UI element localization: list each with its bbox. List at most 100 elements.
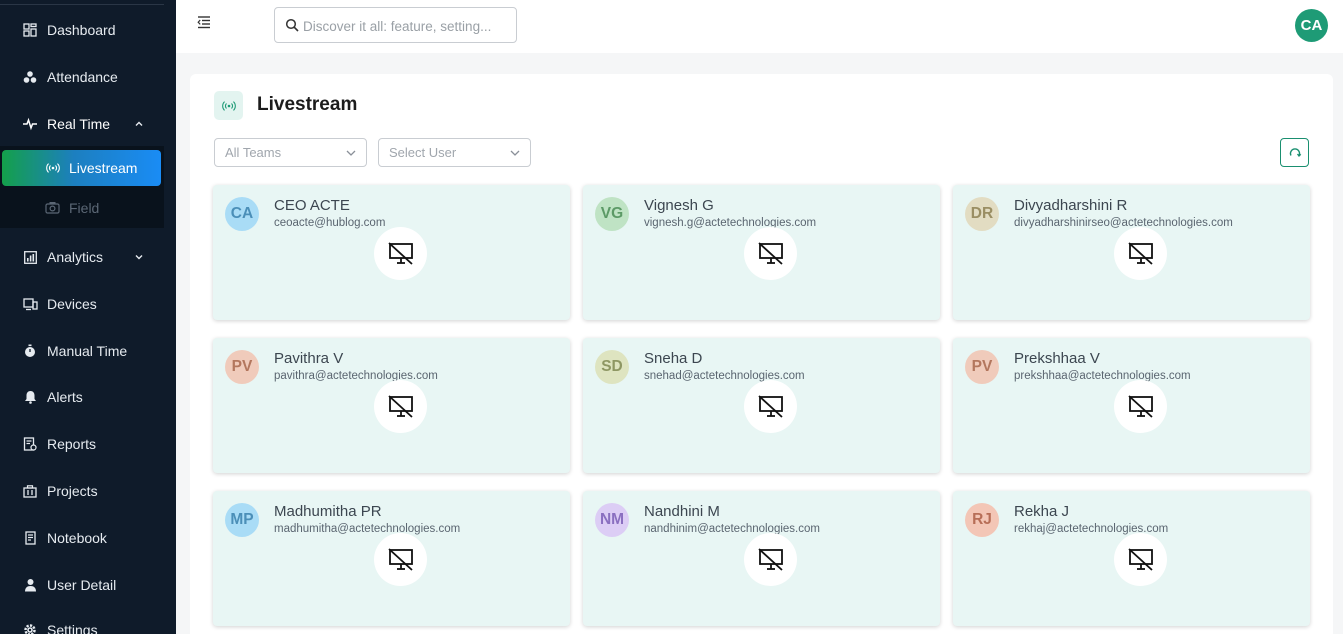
user-name: Vignesh G xyxy=(644,197,714,214)
user-avatar: MP xyxy=(225,503,259,537)
screen-off-indicator xyxy=(1114,380,1167,433)
stopwatch-icon xyxy=(22,343,38,359)
sidebar-item-label: Reports xyxy=(47,436,97,452)
user-email: snehad@actetechnologies.com xyxy=(644,370,805,382)
user-name: Sneha D xyxy=(644,350,703,367)
user-avatar: VG xyxy=(595,197,629,231)
devices-icon xyxy=(22,296,38,312)
monitor-off-icon xyxy=(757,241,784,266)
search-input[interactable] xyxy=(303,16,508,36)
chevron-down-icon xyxy=(132,250,146,264)
chevron-up-icon xyxy=(132,117,146,131)
user-name: Divyadharshini R xyxy=(1014,197,1128,214)
refresh-icon xyxy=(1289,147,1301,157)
sidebar-item-user-detail[interactable]: User Detail xyxy=(0,565,176,605)
search-icon xyxy=(285,18,299,32)
user-email: divyadharshinirseo@actetechnologies.com xyxy=(1014,217,1233,229)
user-card[interactable]: VG Vignesh G vignesh.g@actetechnologies.co… xyxy=(583,185,940,320)
user-email: pavithra@actetechnologies.com xyxy=(274,370,438,382)
analytics-icon xyxy=(22,249,38,265)
monitor-off-icon xyxy=(1127,547,1154,572)
reports-icon xyxy=(22,436,38,452)
user-name: Prekshhaa V xyxy=(1014,350,1100,367)
sidebar-item-projects[interactable]: Projects xyxy=(0,471,176,511)
screen-off-indicator xyxy=(1114,533,1167,586)
chevron-down-icon xyxy=(346,150,356,156)
user-avatar: CA xyxy=(225,197,259,231)
notebook-icon xyxy=(22,530,38,546)
sidebar-item-real-time[interactable]: Real Time xyxy=(0,104,176,144)
monitor-off-icon xyxy=(387,241,414,266)
user-name: Pavithra V xyxy=(274,350,344,367)
page-title: Livestream xyxy=(257,94,358,115)
top-header: CA xyxy=(176,0,1343,53)
sidebar-item-dashboard[interactable]: Dashboard xyxy=(0,10,176,50)
dashboard-icon xyxy=(22,22,38,38)
search-box xyxy=(274,7,517,43)
screen-off-indicator xyxy=(374,380,427,433)
user-name: Madhumitha PR xyxy=(274,503,382,520)
user-avatar: DR xyxy=(965,197,999,231)
user-card[interactable]: PV Prekshhaa V prekshhaa@actetechnologies.… xyxy=(953,338,1310,473)
monitor-off-icon xyxy=(1127,241,1154,266)
sidebar: Dashboard Attendance Real Time Livestrea… xyxy=(0,0,176,634)
user-email: ceoacte@hublog.com xyxy=(274,217,386,229)
user-avatar: PV xyxy=(965,350,999,384)
field-camera-icon xyxy=(44,200,60,216)
screen-off-indicator xyxy=(744,227,797,280)
user-card[interactable]: NM Nandhini M nandhinim@actetechnologies.c… xyxy=(583,491,940,626)
user-email: nandhinim@actetechnologies.com xyxy=(644,523,820,535)
sidebar-item-label: Projects xyxy=(47,483,98,499)
user-card[interactable]: MP Madhumitha PR madhumitha@actetechnologi… xyxy=(213,491,570,626)
user-card[interactable]: DR Divyadharshini R divyadharshinirseo@act… xyxy=(953,185,1310,320)
sidebar-item-settings[interactable]: Settings xyxy=(0,610,176,634)
user-avatar: SD xyxy=(595,350,629,384)
user-avatar: NM xyxy=(595,503,629,537)
user-avatar: RJ xyxy=(965,503,999,537)
sidebar-item-label: Field xyxy=(69,200,100,216)
screen-off-indicator xyxy=(744,533,797,586)
sidebar-item-label: Real Time xyxy=(47,116,111,132)
sidebar-item-notebook[interactable]: Notebook xyxy=(0,518,176,558)
sidebar-item-devices[interactable]: Devices xyxy=(0,284,176,324)
chevron-down-icon xyxy=(510,150,520,156)
sidebar-item-manual-time[interactable]: Manual Time xyxy=(0,331,176,371)
user-email: prekshhaa@actetechnologies.com xyxy=(1014,370,1191,382)
user-card[interactable]: CA CEO ACTE ceoacte@hublog.com xyxy=(213,185,570,320)
sidebar-item-livestream[interactable]: Livestream xyxy=(2,150,161,186)
sidebar-item-field[interactable]: Field xyxy=(0,190,164,226)
user-card[interactable]: PV Pavithra V pavithra@actetechnologies.co… xyxy=(213,338,570,473)
sidebar-item-attendance[interactable]: Attendance xyxy=(0,57,176,97)
projects-icon xyxy=(22,483,38,499)
menu-toggle-icon[interactable] xyxy=(197,15,213,31)
screen-off-indicator xyxy=(744,380,797,433)
user-select[interactable]: Select User xyxy=(378,138,531,167)
monitor-off-icon xyxy=(387,547,414,572)
user-avatar[interactable]: CA xyxy=(1295,9,1328,42)
sidebar-item-label: Manual Time xyxy=(47,343,128,359)
user-card[interactable]: RJ Rekha Jrekhaj@actetechnologies.com xyxy=(953,491,1310,626)
sidebar-item-label: Notebook xyxy=(47,530,107,546)
team-select[interactable]: All Teams xyxy=(214,138,367,167)
sidebar-divider xyxy=(0,4,164,5)
user-name: Nandhini M xyxy=(644,503,720,520)
sidebar-item-label: Analytics xyxy=(47,249,104,265)
sidebar-item-alerts[interactable]: Alerts xyxy=(0,377,176,417)
screen-off-indicator xyxy=(1114,227,1167,280)
sidebar-item-label: Dashboard xyxy=(47,22,116,38)
sidebar-item-label: Devices xyxy=(47,296,97,312)
user-email: vignesh.g@actetechnologies.com xyxy=(644,217,817,229)
sidebar-item-label: Attendance xyxy=(47,69,118,85)
user-name: CEO ACTE xyxy=(274,197,350,214)
attendance-icon xyxy=(22,69,38,85)
sidebar-item-reports[interactable]: Reports xyxy=(0,424,176,464)
user-name: Rekha J xyxy=(1014,503,1070,520)
refresh-button[interactable] xyxy=(1280,138,1309,167)
broadcast-icon xyxy=(45,160,61,176)
sidebar-item-analytics[interactable]: Analytics xyxy=(0,237,176,277)
user-card[interactable]: SD Sneha D snehad@actetechnologies.com xyxy=(583,338,940,473)
monitor-off-icon xyxy=(757,547,784,572)
pulse-icon xyxy=(22,116,38,132)
sidebar-item-label: Livestream xyxy=(69,160,138,176)
gear-icon xyxy=(22,622,38,634)
